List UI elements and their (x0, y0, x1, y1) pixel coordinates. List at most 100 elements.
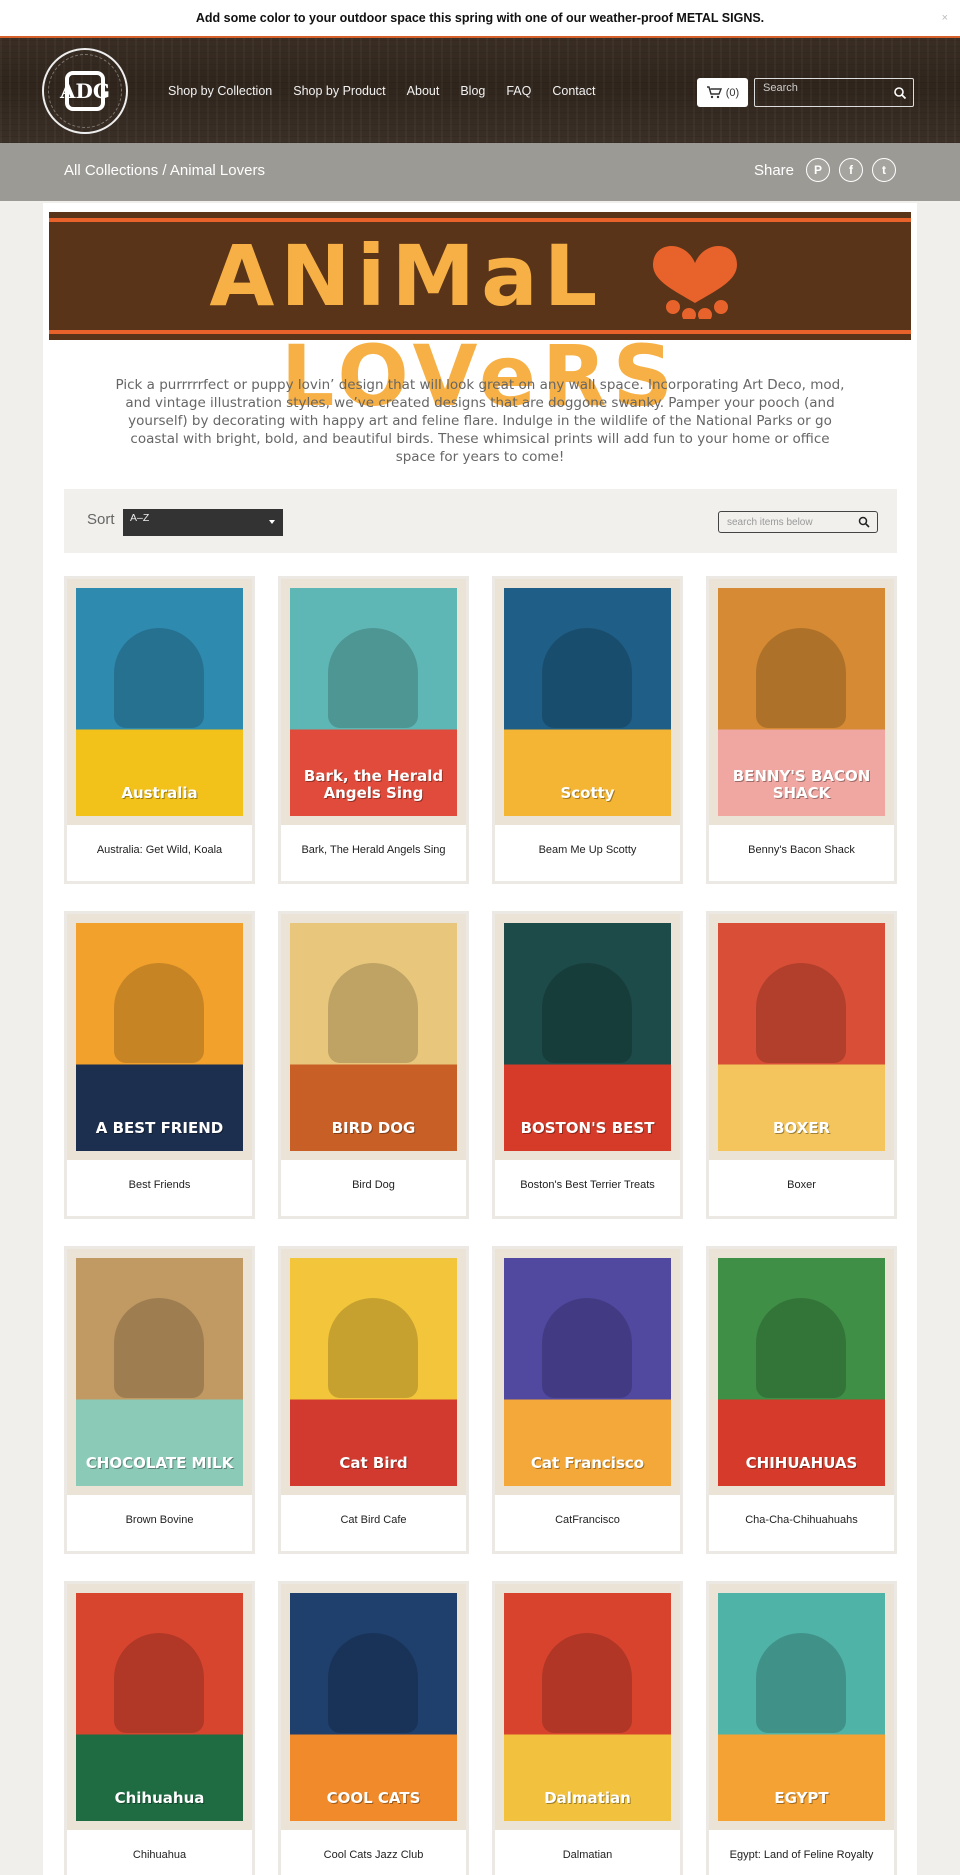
poster-artwork (114, 628, 204, 728)
poster-artwork (114, 963, 204, 1063)
pinterest-icon[interactable]: P (806, 158, 830, 182)
nav-faq[interactable]: FAQ (506, 84, 531, 98)
product-poster: Cat Francisco (504, 1258, 671, 1486)
nav-blog[interactable]: Blog (460, 84, 485, 98)
facebook-icon[interactable]: f (839, 158, 863, 182)
announcement-text: Add some color to your outdoor space thi… (195, 11, 765, 25)
product-image[interactable]: A BEST FRIEND (67, 914, 252, 1160)
site-search-input[interactable] (755, 79, 883, 106)
product-image[interactable]: Dalmatian (495, 1584, 680, 1830)
breadcrumb-root[interactable]: All Collections (64, 162, 158, 179)
site-search (754, 78, 914, 107)
cart-icon (706, 86, 722, 99)
collection-description: Pick a purrrrrfect or puppy lovin’ desig… (115, 377, 845, 465)
poster-text: Cat Bird (339, 1454, 408, 1472)
product-card[interactable]: EGYPT Egypt: Land of Feline Royalty (706, 1581, 897, 1875)
poster-artwork (328, 963, 418, 1063)
product-image[interactable]: CHOCOLATE MILK (67, 1249, 252, 1495)
product-image[interactable]: EGYPT (709, 1584, 894, 1830)
product-title[interactable]: Chihuahua (67, 1849, 252, 1861)
product-title[interactable]: CatFrancisco (495, 1514, 680, 1526)
close-icon[interactable]: × (942, 12, 948, 24)
product-card[interactable]: Australia Australia: Get Wild, Koala (64, 576, 255, 884)
product-title[interactable]: Cat Bird Cafe (281, 1514, 466, 1526)
product-poster: Dalmatian (504, 1593, 671, 1821)
product-image[interactable]: Scotty (495, 579, 680, 825)
product-card[interactable]: Cat Bird Cat Bird Cafe (278, 1246, 469, 1554)
product-title[interactable]: Bark, The Herald Angels Sing (281, 844, 466, 856)
product-image[interactable]: Bark, the Herald Angels Sing (281, 579, 466, 825)
nav-shop-by-product[interactable]: Shop by Product (293, 84, 385, 98)
collection-banner: ANiMaL LOVeRS (49, 212, 911, 425)
product-card[interactable]: Chihuahua Chihuahua (64, 1581, 255, 1875)
product-card[interactable]: BIRD DOG Bird Dog (278, 911, 469, 1219)
product-title[interactable]: Boxer (709, 1179, 894, 1191)
poster-text: Bark, the Herald Angels Sing (303, 767, 444, 802)
sort-select[interactable]: A–Z (123, 509, 283, 536)
product-image[interactable]: CHIHUAHUAS (709, 1249, 894, 1495)
product-title[interactable]: Bird Dog (281, 1179, 466, 1191)
product-poster: COOL CATS (290, 1593, 457, 1821)
search-icon[interactable] (858, 516, 870, 528)
product-title[interactable]: Dalmatian (495, 1849, 680, 1861)
cart-button[interactable]: (0) (697, 78, 748, 107)
nav-about[interactable]: About (407, 84, 440, 98)
product-image[interactable]: Cat Francisco (495, 1249, 680, 1495)
product-title[interactable]: Beam Me Up Scotty (495, 844, 680, 856)
search-icon[interactable] (893, 86, 907, 100)
poster-artwork (542, 628, 632, 728)
cart-count: (0) (725, 86, 740, 99)
poster-text: CHOCOLATE MILK (85, 1454, 234, 1472)
product-title[interactable]: Benny's Bacon Shack (709, 844, 894, 856)
product-title[interactable]: Boston's Best Terrier Treats (495, 1179, 680, 1191)
product-title[interactable]: Best Friends (67, 1179, 252, 1191)
product-card[interactable]: BENNY'S BACON SHACK Benny's Bacon Shack (706, 576, 897, 884)
product-card[interactable]: Scotty Beam Me Up Scotty (492, 576, 683, 884)
twitter-icon[interactable]: t (872, 158, 896, 182)
poster-artwork (328, 1298, 418, 1398)
product-card[interactable]: COOL CATS Cool Cats Jazz Club (278, 1581, 469, 1875)
product-poster: BENNY'S BACON SHACK (718, 588, 885, 816)
filter-search-input[interactable] (719, 516, 849, 535)
product-card[interactable]: CHOCOLATE MILK Brown Bovine (64, 1246, 255, 1554)
product-image[interactable]: COOL CATS (281, 1584, 466, 1830)
breadcrumb-current: Animal Lovers (169, 162, 265, 179)
product-card[interactable]: CHIHUAHUAS Cha-Cha-Chihuahuahs (706, 1246, 897, 1554)
product-title[interactable]: Cool Cats Jazz Club (281, 1849, 466, 1861)
product-image[interactable]: BOSTON'S BEST (495, 914, 680, 1160)
nav-contact[interactable]: Contact (552, 84, 595, 98)
product-image[interactable]: BOXER (709, 914, 894, 1160)
product-card[interactable]: Dalmatian Dalmatian (492, 1581, 683, 1875)
product-image[interactable]: Chihuahua (67, 1584, 252, 1830)
poster-text: A BEST FRIEND (95, 1119, 224, 1137)
site-logo[interactable]: ADG (42, 48, 128, 134)
product-image[interactable]: BENNY'S BACON SHACK (709, 579, 894, 825)
product-card[interactable]: BOXER Boxer (706, 911, 897, 1219)
product-image[interactable]: BIRD DOG (281, 914, 466, 1160)
banner-title-left: ANiMaL (209, 227, 604, 325)
product-image[interactable]: Australia (67, 579, 252, 825)
product-card[interactable]: Bark, the Herald Angels Sing Bark, The He… (278, 576, 469, 884)
nav-shop-by-collection[interactable]: Shop by Collection (168, 84, 272, 98)
product-poster: EGYPT (718, 1593, 885, 1821)
poster-text: Cat Francisco (530, 1454, 645, 1472)
breadcrumb-bar: All Collections / Animal Lovers Share P … (0, 143, 960, 201)
product-image[interactable]: Cat Bird (281, 1249, 466, 1495)
product-card[interactable]: BOSTON'S BEST Boston's Best Terrier Treat… (492, 911, 683, 1219)
product-card[interactable]: A BEST FRIEND Best Friends (64, 911, 255, 1219)
poster-text: Dalmatian (544, 1789, 631, 1807)
product-title[interactable]: Egypt: Land of Feline Royalty (709, 1849, 894, 1861)
product-title[interactable]: Australia: Get Wild, Koala (67, 844, 252, 856)
poster-text: Australia (121, 784, 198, 802)
poster-artwork (114, 1633, 204, 1733)
poster-text: Chihuahua (114, 1789, 205, 1807)
poster-artwork (328, 1633, 418, 1733)
announcement-bar: Add some color to your outdoor space thi… (0, 0, 960, 38)
product-title[interactable]: Brown Bovine (67, 1514, 252, 1526)
product-card[interactable]: Cat Francisco CatFrancisco (492, 1246, 683, 1554)
poster-artwork (542, 963, 632, 1063)
poster-artwork (542, 1298, 632, 1398)
product-title[interactable]: Cha-Cha-Chihuahuahs (709, 1514, 894, 1526)
banner-stripe-top (49, 218, 911, 222)
paw-heart-icon (652, 245, 737, 319)
